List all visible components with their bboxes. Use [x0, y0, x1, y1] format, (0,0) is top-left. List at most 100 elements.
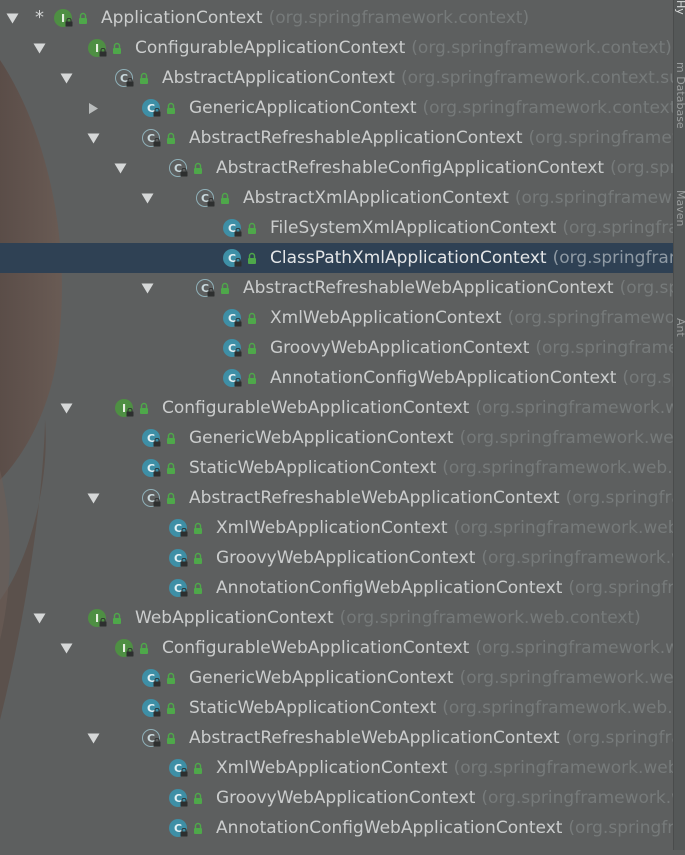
expand-arrow-right-icon[interactable]: [86, 93, 100, 123]
expand-arrow-down-icon[interactable]: [113, 153, 127, 183]
class-name-text: AbstractRefreshableApplicationContext: [189, 128, 523, 148]
class-name-text: AnnotationConfigWebApplicationContext: [270, 368, 617, 388]
final-lock-icon: [180, 828, 188, 837]
tree-row[interactable]: C AnnotationConfigWebApplicationContext (o…: [0, 813, 673, 843]
class-name-text: FileSystemXmlApplicationContext: [270, 218, 557, 238]
class-name: FileSystemXmlApplicationContext (org.spri…: [270, 213, 673, 243]
tree-row[interactable]: C GenericWebApplicationContext (org.spring…: [0, 663, 673, 693]
tree-row[interactable]: C StaticWebApplicationContext (org.springf…: [0, 453, 673, 483]
final-lock-icon: [153, 498, 161, 507]
sidebar-tab-maven[interactable]: Maven: [674, 190, 685, 262]
package-name: (org.springframework.w: [481, 548, 673, 568]
class-name: AbstractRefreshableWebApplicationContext…: [189, 483, 673, 513]
final-lock-icon: [153, 138, 161, 147]
tree-row[interactable]: C AbstractRefreshableWebApplicationContex…: [0, 723, 673, 753]
expand-arrow-down-icon[interactable]: [140, 183, 154, 213]
public-visibility-icon: [245, 372, 258, 385]
class-name: XmlWebApplicationContext (org.springframe…: [270, 303, 673, 333]
tree-row[interactable]: C GenericApplicationContext (org.springfra…: [0, 93, 673, 123]
class-name-text: GenericApplicationContext: [189, 98, 417, 118]
public-visibility-icon: [191, 762, 204, 775]
tree-row[interactable]: I ConfigurableWebApplicationContext (org.s…: [0, 393, 673, 423]
tree-row[interactable]: C AbstractRefreshableWebApplicationContex…: [0, 273, 673, 303]
class-name: GroovyWebApplicationContext (org.springfr…: [216, 783, 673, 813]
expand-arrow-down-icon[interactable]: [86, 723, 100, 753]
tree-row[interactable]: C FileSystemXmlApplicationContext (org.spr…: [0, 213, 673, 243]
package-name: (org.springfra: [565, 728, 673, 748]
expand-arrow-down-icon[interactable]: [140, 273, 154, 303]
class-name-text: AbstractApplicationContext: [162, 68, 395, 88]
public-visibility-icon: [191, 522, 204, 535]
expand-arrow-down-icon[interactable]: [59, 633, 73, 663]
class-name-text: ConfigurableWebApplicationContext: [162, 638, 470, 658]
class-name: ConfigurableWebApplicationContext (org.sp…: [162, 393, 673, 423]
tree-row[interactable]: C XmlWebApplicationContext (org.springfram…: [0, 513, 673, 543]
package-name: (org.sp: [622, 368, 673, 388]
class-name: StaticWebApplicationContext (org.springfr…: [189, 693, 673, 723]
tree-row[interactable]: C AbstractRefreshableApplicationContext (o…: [0, 123, 673, 153]
expand-arrow-down-icon[interactable]: [5, 3, 19, 33]
expand-arrow-down-icon[interactable]: [86, 483, 100, 513]
sidebar-tab-database[interactable]: m Database: [674, 62, 685, 162]
final-lock-icon: [99, 618, 107, 627]
focus-star-icon: *: [35, 7, 44, 28]
sidebar-tab-ant[interactable]: Ant: [674, 318, 685, 352]
tree-row[interactable]: C XmlWebApplicationContext (org.springfram…: [0, 303, 673, 333]
final-lock-icon: [180, 768, 188, 777]
public-visibility-icon: [245, 312, 258, 325]
class-name-text: GroovyWebApplicationContext: [216, 788, 476, 808]
sidebar-tab-hierarchy[interactable]: Hy: [674, 0, 685, 38]
package-name: (org.springframework.we: [475, 398, 673, 418]
tree-row[interactable]: C GroovyWebApplicationContext (org.springf…: [0, 783, 673, 813]
tree-row[interactable]: C AbstractApplicationContext (org.springfr…: [0, 63, 673, 93]
class-name: ConfigurableApplicationContext (org.sprin…: [135, 33, 672, 63]
tree-row[interactable]: I ConfigurableApplicationContext (org.spri…: [0, 33, 673, 63]
public-visibility-icon: [137, 72, 150, 85]
class-name: GroovyWebApplicationContext (org.springfr…: [270, 333, 673, 363]
tree-row[interactable]: C AbstractXmlApplicationContext (org.sprin…: [0, 183, 673, 213]
final-lock-icon: [234, 378, 242, 387]
class-name: ApplicationContext (org.springframework.c…: [101, 3, 529, 33]
expand-arrow-down-icon[interactable]: [59, 393, 73, 423]
tree-row[interactable]: C AnnotationConfigWebApplicationContext (o…: [0, 363, 673, 393]
final-lock-icon: [234, 318, 242, 327]
expand-arrow-down-icon[interactable]: [86, 123, 100, 153]
expand-arrow-down-icon[interactable]: [32, 33, 46, 63]
class-name: GenericWebApplicationContext (org.springf…: [189, 663, 673, 693]
class-name: StaticWebApplicationContext (org.springfr…: [189, 453, 673, 483]
public-visibility-icon: [191, 162, 204, 175]
public-visibility-icon: [164, 732, 177, 745]
tree-row[interactable]: C AbstractRefreshableConfigApplicationCon…: [0, 153, 673, 183]
tree-row[interactable]: C AnnotationConfigWebApplicationContext (o…: [0, 573, 673, 603]
tree-row[interactable]: C AbstractRefreshableWebApplicationContex…: [0, 483, 673, 513]
package-name: (org.sprin: [610, 158, 673, 178]
package-name: (org.springframe: [552, 248, 673, 268]
tree-row[interactable]: C GroovyWebApplicationContext (org.springf…: [0, 333, 673, 363]
class-name: XmlWebApplicationContext (org.springframe…: [216, 513, 673, 543]
final-lock-icon: [126, 408, 134, 417]
tree-row[interactable]: C XmlWebApplicationContext (org.springfram…: [0, 753, 673, 783]
tree-row[interactable]: I WebApplicationContext (org.springframewo…: [0, 603, 673, 633]
class-name-text: StaticWebApplicationContext: [189, 458, 437, 478]
tree-row[interactable]: C StaticWebApplicationContext (org.springf…: [0, 693, 673, 723]
public-visibility-icon: [191, 822, 204, 835]
class-name: AbstractXmlApplicationContext (org.spring…: [243, 183, 673, 213]
public-visibility-icon: [191, 552, 204, 565]
final-lock-icon: [126, 648, 134, 657]
class-name: AnnotationConfigWebApplicationContext (or…: [216, 573, 673, 603]
package-name: (org.springframew: [528, 128, 673, 148]
package-name: (org.springframework.web.: [453, 758, 673, 778]
expand-arrow-down-icon[interactable]: [59, 63, 73, 93]
type-hierarchy-tree[interactable]: * I ApplicationContext (org.springframework…: [0, 3, 673, 850]
package-name: (org.springframework.web.c: [442, 458, 673, 478]
package-name: (org.springfra: [568, 818, 673, 838]
expand-arrow-down-icon[interactable]: [32, 603, 46, 633]
public-visibility-icon: [164, 462, 177, 475]
tree-row[interactable]: * I ApplicationContext (org.springframework…: [0, 3, 673, 33]
public-visibility-icon: [110, 42, 123, 55]
tree-row[interactable]: C GroovyWebApplicationContext (org.springf…: [0, 543, 673, 573]
class-name-text: ApplicationContext: [101, 8, 263, 28]
tree-row[interactable]: I ConfigurableWebApplicationContext (org.s…: [0, 633, 673, 663]
tree-row[interactable]: C ClassPathXmlApplicationContext (org.spri…: [0, 243, 673, 273]
tree-row[interactable]: C GenericWebApplicationContext (org.spring…: [0, 423, 673, 453]
